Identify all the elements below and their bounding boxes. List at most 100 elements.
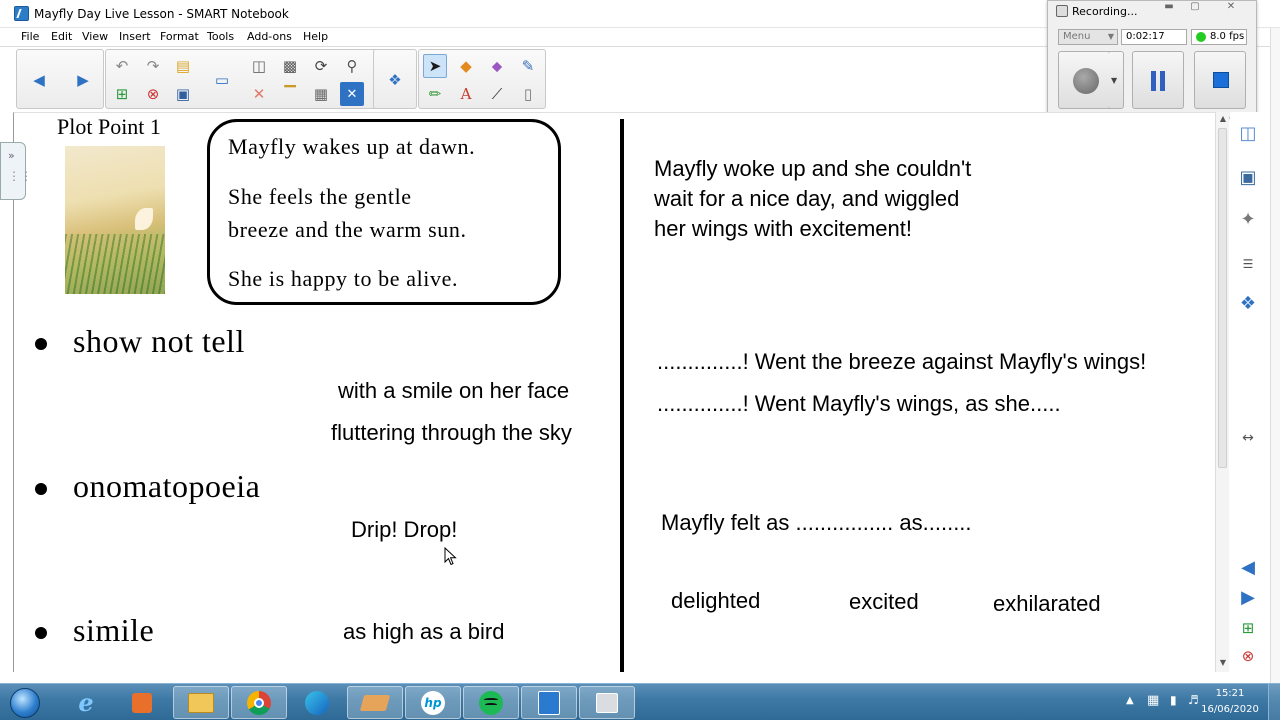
network-icon[interactable]: ▦	[1147, 693, 1159, 708]
screen-capture-icon[interactable]: ▩	[278, 54, 302, 78]
recorder-icon[interactable]	[579, 686, 635, 719]
window-title: Mayfly Day Live Lesson - SMART Notebook	[34, 7, 289, 21]
attachments-icon[interactable]: ✦	[1236, 208, 1260, 232]
bullet-icon	[35, 338, 47, 350]
menu-view[interactable]: View	[82, 30, 108, 43]
taskbar: e hp ▲ ▦ ▮ ♬ 15:21 16/06/2020	[0, 683, 1280, 720]
recorder-menu-dropdown[interactable]: Menu ▼	[1058, 29, 1118, 45]
open-folder-icon[interactable]: ▤	[171, 54, 195, 78]
maximize-button[interactable]: ▢	[1184, 2, 1206, 14]
spotify-icon[interactable]	[463, 686, 519, 719]
signal-icon[interactable]: ▮	[1170, 693, 1177, 707]
menu-tools[interactable]: Tools	[207, 30, 234, 43]
magic-pen-icon[interactable]: ✎	[516, 54, 540, 78]
line-icon[interactable]: ⟋	[485, 82, 509, 106]
close-button[interactable]: ✕	[1220, 2, 1242, 14]
stop-button[interactable]	[1194, 51, 1246, 109]
scroll-thumb[interactable]	[1218, 128, 1227, 468]
internet-explorer-icon[interactable]: e	[58, 686, 114, 719]
technique-onomatopoeia[interactable]: onomatopoeia	[73, 468, 260, 505]
example-text[interactable]: with a smile on her face	[338, 378, 569, 404]
screen-shade-icon[interactable]: ▭	[210, 68, 234, 92]
plot-point-title: Plot Point 1	[57, 114, 161, 139]
menu-insert[interactable]: Insert	[119, 30, 151, 43]
hp-icon[interactable]: hp	[405, 686, 461, 719]
example-text[interactable]: Drip! Drop!	[351, 517, 457, 543]
model-paragraph-line[interactable]: her wings with excitement!	[654, 216, 912, 242]
magnifier-icon[interactable]: ⚲	[340, 54, 364, 78]
pause-button[interactable]	[1132, 51, 1184, 109]
properties-icon[interactable]: ☰	[1236, 252, 1260, 276]
fps-indicator: 8.0 fps	[1191, 29, 1247, 45]
toolbar: ◀ ▶ ↶ ↷ ▤ ⊞ ⊗ ▣ ▭ ◫ ▩ ⟳ ⚲ ✕ ▔ ▦ ✕ ❖ ➤ ◆ …	[16, 49, 546, 109]
text-icon[interactable]: A	[454, 82, 478, 106]
technique-show-not-tell[interactable]: show not tell	[73, 323, 245, 360]
show-desktop-button[interactable]	[1268, 684, 1280, 720]
gallery-icon[interactable]: ▣	[1236, 166, 1260, 190]
menu-format[interactable]: Format	[160, 30, 199, 43]
menu-add-ons[interactable]: Add-ons	[247, 30, 292, 43]
media-player-icon[interactable]	[114, 686, 170, 719]
record-icon	[1073, 68, 1099, 94]
delete-icon[interactable]: ✕	[247, 82, 271, 106]
folder-icon[interactable]	[347, 686, 403, 719]
technique-simile[interactable]: simile	[73, 612, 154, 649]
scroll-down-icon[interactable]: ▼	[1218, 658, 1228, 668]
record-button[interactable]	[1058, 51, 1114, 109]
menu-file[interactable]: File	[21, 30, 39, 43]
story-box[interactable]: Mayfly wakes up at dawn. She feels the g…	[207, 119, 561, 305]
example-text[interactable]: fluttering through the sky	[331, 420, 572, 446]
eraser-icon[interactable]: ▯	[516, 82, 540, 106]
page-divider-line[interactable]	[620, 119, 624, 672]
screen-icon[interactable]: ▔	[278, 82, 302, 106]
add-on-icon[interactable]: ❖	[383, 68, 407, 92]
file-explorer-icon[interactable]	[173, 686, 229, 719]
pens-icon[interactable]: ✏	[423, 82, 447, 106]
scroll-up-icon[interactable]: ▲	[1218, 114, 1228, 124]
example-text[interactable]: as high as a bird	[343, 619, 504, 645]
menu-edit[interactable]: Edit	[51, 30, 72, 43]
record-options-button[interactable]: ▼	[1108, 51, 1124, 109]
redo-icon[interactable]: ↷	[141, 54, 165, 78]
edge-icon[interactable]	[289, 686, 345, 719]
clock-date[interactable]: 16/06/2020	[1196, 704, 1264, 715]
page-sorter-icon[interactable]: ◫	[1236, 122, 1260, 146]
start-button[interactable]	[4, 686, 46, 719]
side-panel-tab[interactable]: » ⋮⋮	[0, 142, 32, 200]
minimize-button[interactable]: ▬	[1158, 2, 1180, 14]
forward-arrow-icon[interactable]: ▶	[71, 68, 95, 92]
close-box-icon[interactable]: ✕	[340, 82, 364, 106]
menu-help[interactable]: Help	[303, 30, 328, 43]
fill-icon[interactable]: ⬥	[485, 54, 509, 78]
insert-table-icon[interactable]: ▦	[309, 82, 333, 106]
chrome-icon[interactable]	[231, 686, 287, 719]
shapes-icon[interactable]: ◆	[454, 54, 478, 78]
delete-page-icon[interactable]: ⊗	[141, 82, 165, 106]
select-cursor-icon[interactable]: ➤	[423, 54, 447, 78]
paste-icon[interactable]: ◫	[247, 54, 271, 78]
clock-time[interactable]: 15:21	[1196, 688, 1264, 699]
onomatopoeia-frame[interactable]: ..............! Went Mayfly's wings, as …	[657, 391, 1061, 417]
model-paragraph-line[interactable]: Mayfly woke up and she couldn't	[654, 156, 971, 182]
previous-page-icon[interactable]: ◀	[1236, 556, 1260, 580]
back-arrow-icon[interactable]: ◀	[27, 68, 51, 92]
undo-icon[interactable]: ↶	[110, 54, 134, 78]
next-page-icon[interactable]: ▶	[1236, 586, 1260, 610]
smart-notebook-icon[interactable]	[521, 686, 577, 719]
rotate-icon[interactable]: ⟳	[309, 54, 333, 78]
chevron-down-icon: ▼	[1111, 76, 1118, 85]
delete-page-icon[interactable]: ⊗	[1236, 644, 1260, 668]
model-paragraph-line[interactable]: wait for a nice day, and wiggled	[654, 186, 959, 212]
word-bank-item[interactable]: delighted	[671, 588, 760, 614]
vertical-scrollbar[interactable]: ▲ ▼	[1215, 112, 1229, 672]
show-hidden-icons-icon[interactable]: ▲	[1126, 695, 1134, 706]
add-page-icon[interactable]: ⊞	[1236, 616, 1260, 640]
onomatopoeia-frame[interactable]: ..............! Went the breeze against …	[657, 349, 1146, 375]
move-sidebar-icon[interactable]: ↔	[1236, 426, 1260, 450]
add-page-icon[interactable]: ⊞	[110, 82, 134, 106]
word-bank-item[interactable]: excited	[849, 589, 919, 615]
save-icon[interactable]: ▣	[171, 82, 195, 106]
word-bank-item[interactable]: exhilarated	[993, 591, 1101, 617]
simile-frame[interactable]: Mayfly felt as ................ as......…	[661, 510, 972, 536]
add-ons-icon[interactable]: ❖	[1236, 292, 1260, 316]
